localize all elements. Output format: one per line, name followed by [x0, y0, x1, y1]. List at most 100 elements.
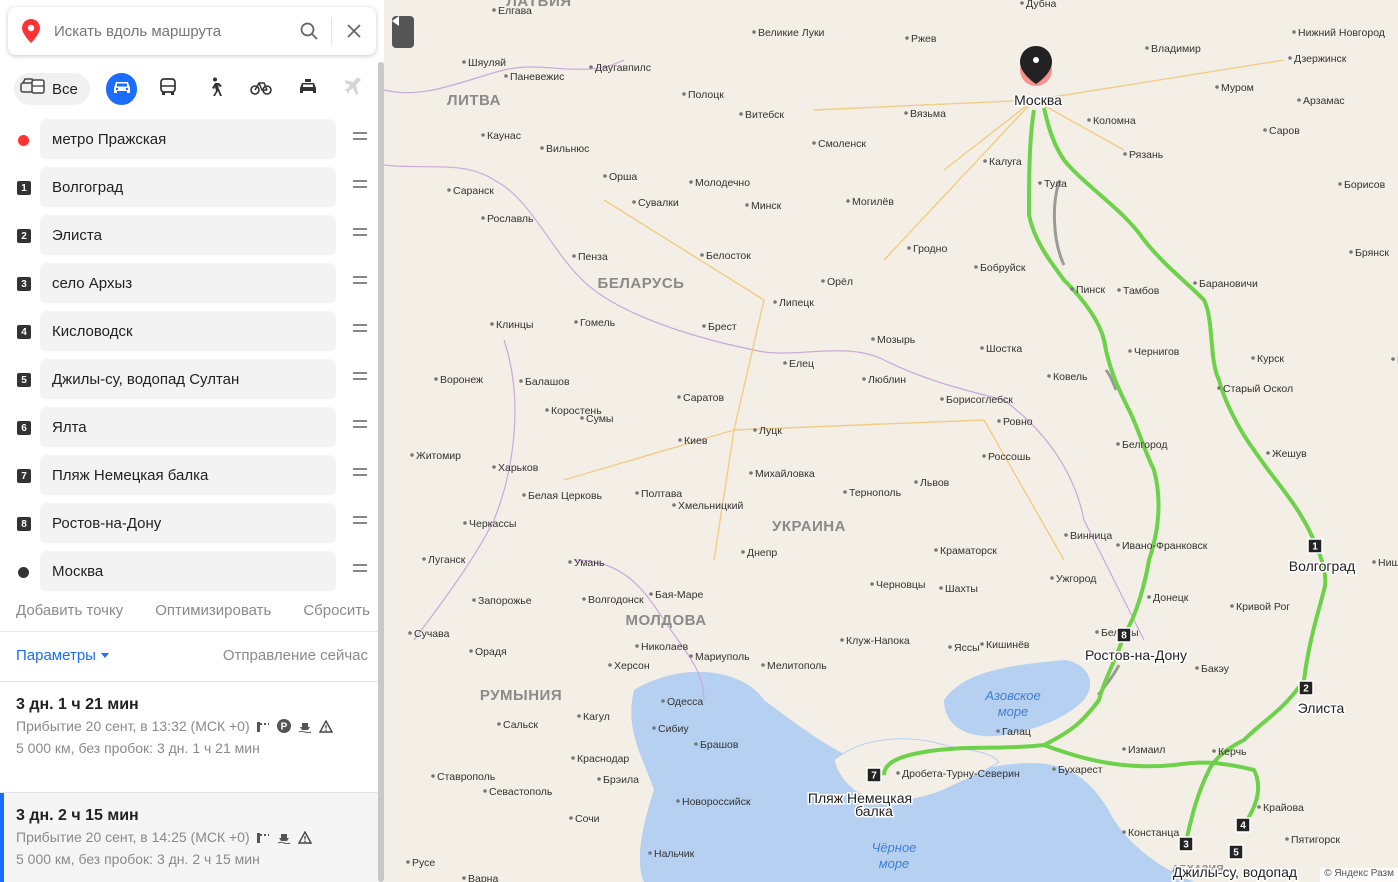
optimize-button[interactable]: Оптимизировать — [155, 602, 271, 619]
reset-button[interactable]: Сбросить — [303, 602, 370, 619]
mode-bike-button[interactable] — [245, 73, 277, 105]
city-dot — [545, 408, 549, 412]
city-label: Барановичи — [1199, 278, 1258, 290]
city-dot — [608, 663, 612, 667]
route-point-input[interactable]: Ялта — [40, 407, 336, 447]
country-label: УКРАИНА — [772, 518, 846, 535]
route-point-input[interactable]: Кисловодск — [40, 311, 336, 351]
city-dot — [677, 395, 681, 399]
drag-handle-icon[interactable] — [353, 180, 367, 192]
city-label: Паневежис — [510, 71, 564, 83]
route-waypoint-marker[interactable]: 2 — [1298, 680, 1314, 696]
route-option-1[interactable]: 3 дн. 1 ч 21 мин Прибытие 20 сент, в 13:… — [0, 682, 378, 792]
drag-handle-icon[interactable] — [353, 516, 367, 528]
city-dot — [753, 428, 757, 432]
city-label: Сучава — [414, 628, 450, 640]
route-point-input[interactable]: Пляж Немецкая балка — [40, 455, 336, 495]
search-along-route-input[interactable] — [54, 22, 287, 40]
mode-all-button[interactable]: Все — [14, 73, 90, 105]
route-point-input[interactable]: Элиста — [40, 215, 336, 255]
route-point-input[interactable]: метро Пражская — [40, 119, 336, 159]
sea-label: Азовское — [984, 688, 1040, 703]
ferry-icon — [277, 830, 292, 845]
route-waypoint-marker[interactable]: 8 — [1116, 627, 1132, 643]
close-icon[interactable] — [332, 7, 376, 55]
city-label: Яссы — [954, 642, 980, 654]
drag-handle-icon[interactable] — [353, 468, 367, 480]
city-label: Нальчик — [654, 848, 695, 860]
bicycle-icon — [250, 79, 272, 100]
city-dot — [540, 146, 544, 150]
route-point-input[interactable]: село Архыз — [40, 263, 336, 303]
route-waypoint-marker[interactable]: 4 — [1235, 817, 1251, 833]
mode-taxi-button[interactable] — [292, 73, 324, 105]
city-label: Сибиу — [658, 723, 689, 735]
route-point-input[interactable]: Ростов-на-Дону — [40, 503, 336, 543]
collapse-panel-button[interactable] — [392, 16, 414, 48]
route-waypoint-marker[interactable]: 5 — [1228, 844, 1244, 860]
city-label: Краматорск — [940, 545, 997, 557]
city-dot — [1266, 451, 1270, 455]
city-dot — [940, 397, 944, 401]
drag-handle-icon[interactable] — [353, 276, 367, 288]
city-dot — [914, 480, 918, 484]
route-duration: 3 дн. 2 ч 15 мин — [16, 807, 139, 824]
drag-handle-icon[interactable] — [353, 132, 367, 144]
mode-all-label: Все — [52, 80, 78, 98]
city-dot — [1047, 374, 1051, 378]
mode-walk-button[interactable] — [199, 73, 231, 105]
drag-handle-icon[interactable] — [353, 324, 367, 336]
route-point-input[interactable]: Джилы-су, водопад Султан — [40, 359, 336, 399]
country-label: ЛИТВА — [447, 92, 501, 109]
route-waypoint-marker[interactable]: 1 — [1307, 538, 1323, 554]
city-dot — [1251, 356, 1255, 360]
route-city-label: балка — [855, 803, 893, 819]
drag-handle-icon[interactable] — [353, 420, 367, 432]
mode-car-button[interactable] — [105, 73, 138, 105]
city-label: Михайловка — [755, 468, 815, 480]
city-label: Саранск — [453, 185, 494, 197]
add-point-button[interactable]: Добавить точку — [16, 602, 123, 619]
city-label: Бакэу — [1201, 663, 1230, 675]
search-icon[interactable] — [287, 7, 331, 55]
city-dot — [1128, 349, 1132, 353]
city-label: Сумы — [586, 413, 613, 425]
route-point-input[interactable]: Москва — [40, 551, 336, 591]
city-label: Днепр — [747, 547, 777, 559]
city-dot — [862, 377, 866, 381]
city-dot — [490, 322, 494, 326]
departure-time-button[interactable]: Отправление сейчас — [223, 647, 368, 664]
route-point-input[interactable]: Волгоград — [40, 167, 336, 207]
drag-handle-icon[interactable] — [353, 564, 367, 576]
city-label: Тула — [1044, 178, 1067, 190]
city-label: Даугавпилс — [595, 62, 651, 74]
city-label: Бухарест — [1058, 764, 1103, 776]
route-waypoint-marker[interactable]: 7 — [866, 767, 882, 783]
drag-handle-icon[interactable] — [353, 228, 367, 240]
city-dot — [571, 756, 575, 760]
mode-bus-button[interactable] — [152, 73, 184, 105]
city-dot — [1020, 1, 1024, 5]
moscow-pin — [1020, 46, 1052, 86]
city-label: Кишинёв — [986, 639, 1030, 651]
waypoint-marker: 6 — [17, 421, 31, 435]
city-dot — [745, 203, 749, 207]
city-dot — [649, 592, 653, 596]
mode-plane-button[interactable] — [338, 73, 370, 105]
route-waypoint-marker[interactable]: 3 — [1178, 836, 1194, 852]
drag-handle-icon[interactable] — [353, 372, 367, 384]
route-option-2[interactable]: 3 дн. 2 ч 15 мин Прибытие 20 сент, в 14:… — [0, 793, 378, 882]
params-dropdown[interactable]: Параметры — [16, 647, 109, 664]
map-canvas[interactable]: Елгава Великие Луки Ржев Дубна Владимир Нижни… — [384, 0, 1398, 882]
city-label: Шяуляй — [468, 57, 506, 69]
city-label: Витебск — [745, 109, 784, 121]
city-label: Полоцк — [688, 89, 724, 101]
city-label: Дубна — [1026, 0, 1057, 10]
route-city-label: Москва — [1014, 92, 1062, 108]
waypoint-number: 1 — [1312, 542, 1318, 553]
city-label: Тамбов — [1123, 285, 1160, 297]
warning-icon — [298, 830, 313, 845]
city-label: Рославль — [487, 213, 534, 225]
city-label: Мелитополь — [767, 660, 827, 672]
city-label: Дробета-Турну-Северин — [902, 768, 1020, 780]
